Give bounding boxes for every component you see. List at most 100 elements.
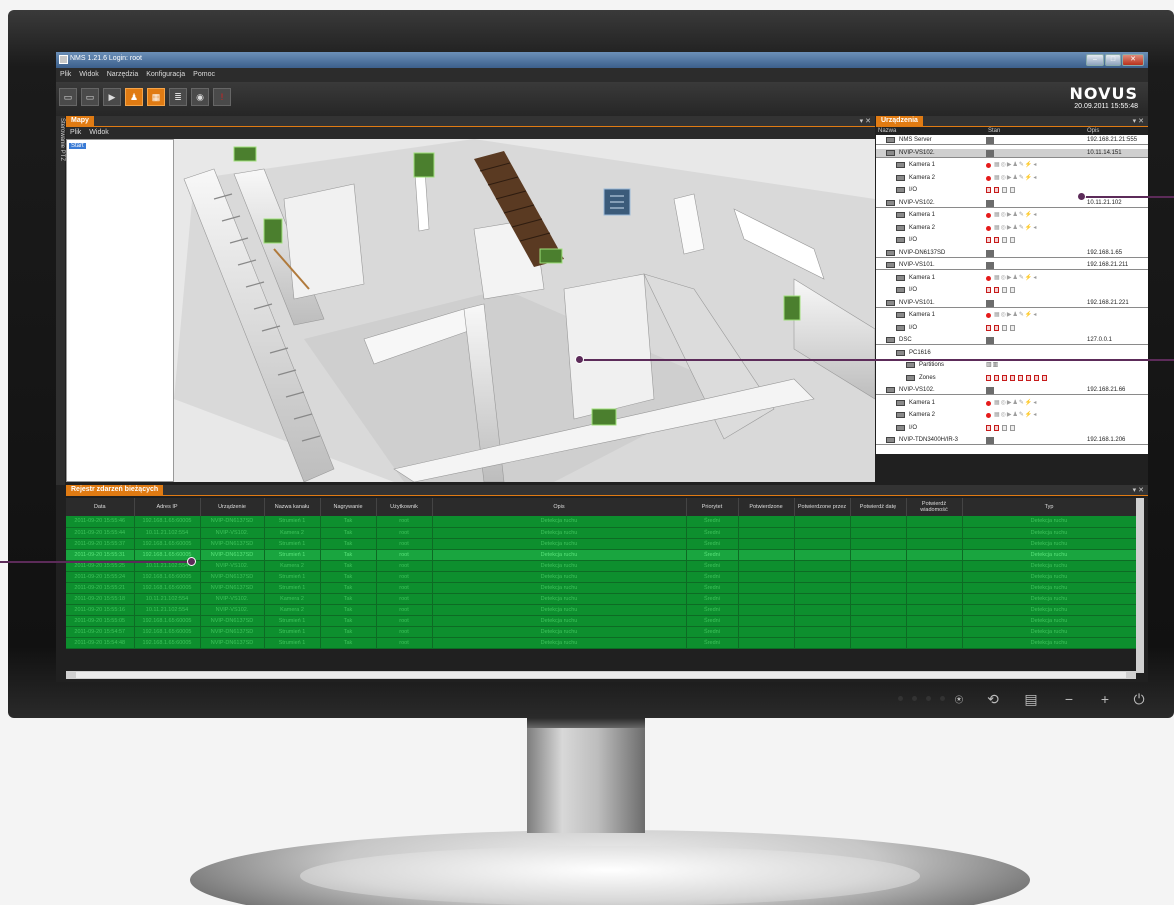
camera-controls-icon[interactable]: ▦◎▶♟✎⚡◂ — [994, 399, 1037, 406]
device-row[interactable]: NVIP-TDN3400H/IR-3 192.168.1.206 — [876, 436, 1148, 445]
record-icon[interactable] — [986, 413, 991, 418]
menu-plik[interactable]: Plik — [56, 68, 75, 81]
device-child-row[interactable]: Kamera 2 ▦◎▶♟✎⚡◂ — [876, 174, 1148, 183]
device-child-row[interactable]: Kamera 1 ▦◎▶♟✎⚡◂ — [876, 399, 1148, 408]
log-row[interactable]: 2011-09-20 15:55:18 10.11.21.102:554 NVIP-… — [66, 593, 1137, 605]
log-column-header[interactable]: Typ — [962, 498, 1137, 516]
record-icon[interactable] — [986, 400, 991, 406]
list-icon[interactable]: ≣ — [169, 88, 187, 106]
device-row[interactable]: NMS Server 192.168.21.21:555 — [876, 136, 1148, 145]
device-child-row[interactable]: I/O — [876, 236, 1148, 245]
device-child-row[interactable]: Kamera 2 ▦◎▶♟✎⚡◂ — [876, 411, 1148, 420]
menu-konfiguracja[interactable]: Konfiguracja — [142, 68, 189, 81]
log-row[interactable]: 2011-09-20 15:55:25 10.11.21.102:554 NVIP-… — [66, 560, 1137, 572]
camera-controls-icon[interactable]: ▦◎▶♟✎⚡◂ — [994, 224, 1037, 231]
scroll-thumb[interactable] — [76, 672, 1126, 678]
log-column-header[interactable]: Potwierdzone przez — [794, 498, 851, 516]
minimize-button[interactable]: – — [1086, 54, 1104, 66]
log-row[interactable]: 2011-09-20 15:54:57 192.168.1.65:60005 NVI… — [66, 626, 1137, 638]
device-row[interactable]: NVIP-VS102. 10.11.21.102 — [876, 199, 1148, 208]
log-column-header[interactable]: Data — [66, 498, 135, 516]
menu-widok[interactable]: Widok — [75, 68, 102, 81]
maps-menu-plik[interactable]: Plik — [66, 127, 85, 138]
log-column-header[interactable]: Potwierdzone — [738, 498, 795, 516]
log-column-header[interactable]: Użytkownik — [376, 498, 433, 516]
record-icon[interactable] — [986, 213, 991, 218]
device-child-row[interactable]: Kamera 1 ▦◎▶♟✎⚡◂ — [876, 161, 1148, 170]
camera-controls-icon[interactable]: ▦◎▶♟✎⚡◂ — [994, 211, 1037, 218]
close-button[interactable]: ✕ — [1122, 54, 1144, 66]
record-icon[interactable] — [986, 163, 991, 168]
device-child-row[interactable]: I/O — [876, 186, 1148, 195]
log-row[interactable]: 2011-09-20 15:54:48 192.168.1.65:60005 NVI… — [66, 637, 1137, 649]
device-child-row[interactable]: Kamera 2 ▦◎▶♟✎⚡◂ — [876, 224, 1148, 233]
log-row[interactable]: 2011-09-20 15:55:44 10.11.21.102:554 NVIP-… — [66, 527, 1137, 539]
log-row[interactable]: 2011-09-20 15:55:24 192.168.1.65:60005 NVI… — [66, 571, 1137, 583]
panel-controls-icon[interactable]: ▾ ✕ — [1133, 117, 1144, 125]
log-column-header[interactable]: Potwierdź wiadomość — [906, 498, 963, 516]
tree-item-start[interactable]: Start — [69, 143, 86, 149]
log-row[interactable]: 2011-09-20 15:55:16 10.11.21.102:554 NVIP-… — [66, 604, 1137, 616]
device-child-row[interactable]: Kamera 1 ▦◎▶♟✎⚡◂ — [876, 274, 1148, 283]
floor-plan-map[interactable] — [174, 139, 875, 482]
device-row[interactable]: NVIP-VS102. 10.11.14.151 — [876, 148, 1148, 158]
col-opis[interactable]: Opis — [1087, 128, 1099, 134]
tab-rejestr[interactable]: Rejestr zdarzeń bieżących — [66, 485, 164, 496]
ptz-tab-label[interactable]: Sterowanie PTZ — [57, 118, 65, 198]
log-row[interactable]: 2011-09-20 15:55:05 192.168.1.65:60005 NVI… — [66, 615, 1137, 627]
maximize-button[interactable]: □ — [1105, 54, 1121, 66]
device-row[interactable]: DSC 127.0.0.1 — [876, 336, 1148, 345]
camera-controls-icon[interactable]: ▦◎▶♟✎⚡◂ — [994, 411, 1037, 418]
log-row[interactable]: 2011-09-20 15:55:31 192.168.1.65:60005 NVI… — [66, 549, 1137, 561]
log-row[interactable]: 2011-09-20 15:55:46 192.168.1.65:60005 NVI… — [66, 516, 1137, 528]
device-child-row[interactable]: I/O — [876, 286, 1148, 295]
col-nazwa[interactable]: Nazwa — [878, 128, 896, 134]
log-column-header[interactable]: Adres IP — [134, 498, 201, 516]
col-stan[interactable]: Stan — [988, 128, 1000, 134]
device-child-row[interactable]: Kamera 1 ▦◎▶♟✎⚡◂ — [876, 311, 1148, 320]
record-icon[interactable] — [986, 313, 991, 318]
tab-urzadzenia[interactable]: Urządzenia — [876, 116, 923, 127]
device-child-row[interactable]: Kamera 1 ▦◎▶♟✎⚡◂ — [876, 211, 1148, 220]
menu-icon[interactable]: ▤ — [1022, 690, 1040, 708]
play-icon[interactable]: ▶ — [103, 88, 121, 106]
log-column-header[interactable]: Nazwa kanału — [264, 498, 321, 516]
camera-controls-icon[interactable]: ▦◎▶♟✎⚡◂ — [994, 274, 1037, 281]
plus-icon[interactable]: + — [1096, 690, 1114, 708]
device-child-row[interactable]: Partitions ▥▥ — [876, 361, 1148, 370]
device-row[interactable]: NVIP-VS102. 192.168.21.66 — [876, 386, 1148, 395]
log-column-header[interactable]: Priorytet — [686, 498, 739, 516]
alert-icon[interactable]: ! — [213, 88, 231, 106]
log-row[interactable]: 2011-09-20 15:55:21 192.168.1.65:60005 NVI… — [66, 582, 1137, 594]
device-child-row[interactable]: PC1616 — [876, 349, 1148, 358]
person-icon[interactable]: ♟ — [125, 88, 143, 106]
monitor-icon[interactable]: ▭ — [59, 88, 77, 106]
tab-mapy[interactable]: Mapy — [66, 116, 94, 127]
panel-controls-icon[interactable]: ▾ ✕ — [1133, 486, 1144, 494]
auto-adjust-icon[interactable]: ⟲ — [984, 690, 1002, 708]
menu-narzedzia[interactable]: Narzędzia — [103, 68, 143, 81]
grid-icon[interactable]: ▦ — [147, 88, 165, 106]
input-source-icon[interactable]: ⍟ — [950, 690, 968, 708]
log-column-header[interactable]: Nagrywanie — [320, 498, 377, 516]
minus-icon[interactable]: − — [1060, 690, 1078, 708]
record-icon[interactable] — [986, 175, 991, 181]
record-icon[interactable] — [986, 225, 991, 231]
log-column-header[interactable]: Potwierdź datę — [850, 498, 907, 516]
record-icon[interactable] — [986, 275, 991, 281]
camera-controls-icon[interactable]: ▦◎▶♟✎⚡◂ — [994, 161, 1037, 168]
device-child-row[interactable]: Zones — [876, 374, 1148, 383]
device-row[interactable]: NVIP-DN6137SD 192.168.1.65 — [876, 249, 1148, 258]
power-icon[interactable]: ⏻ — [1130, 690, 1148, 708]
menu-pomoc[interactable]: Pomoc — [189, 68, 219, 81]
log-column-header[interactable]: Opis — [432, 498, 687, 516]
vertical-scrollbar[interactable] — [1136, 498, 1144, 673]
log-row[interactable]: 2011-09-20 15:55:37 192.168.1.65:60005 NVI… — [66, 538, 1137, 550]
device-child-row[interactable]: I/O — [876, 324, 1148, 333]
monitor-icon[interactable]: ▭ — [81, 88, 99, 106]
log-column-header[interactable]: Urządzenie — [200, 498, 265, 516]
camera-controls-icon[interactable]: ▦◎▶♟✎⚡◂ — [994, 174, 1037, 181]
camera-icon[interactable]: ◉ — [191, 88, 209, 106]
panel-controls-icon[interactable]: ▾ ✕ — [860, 117, 871, 125]
maps-menu-widok[interactable]: Widok — [85, 127, 112, 138]
